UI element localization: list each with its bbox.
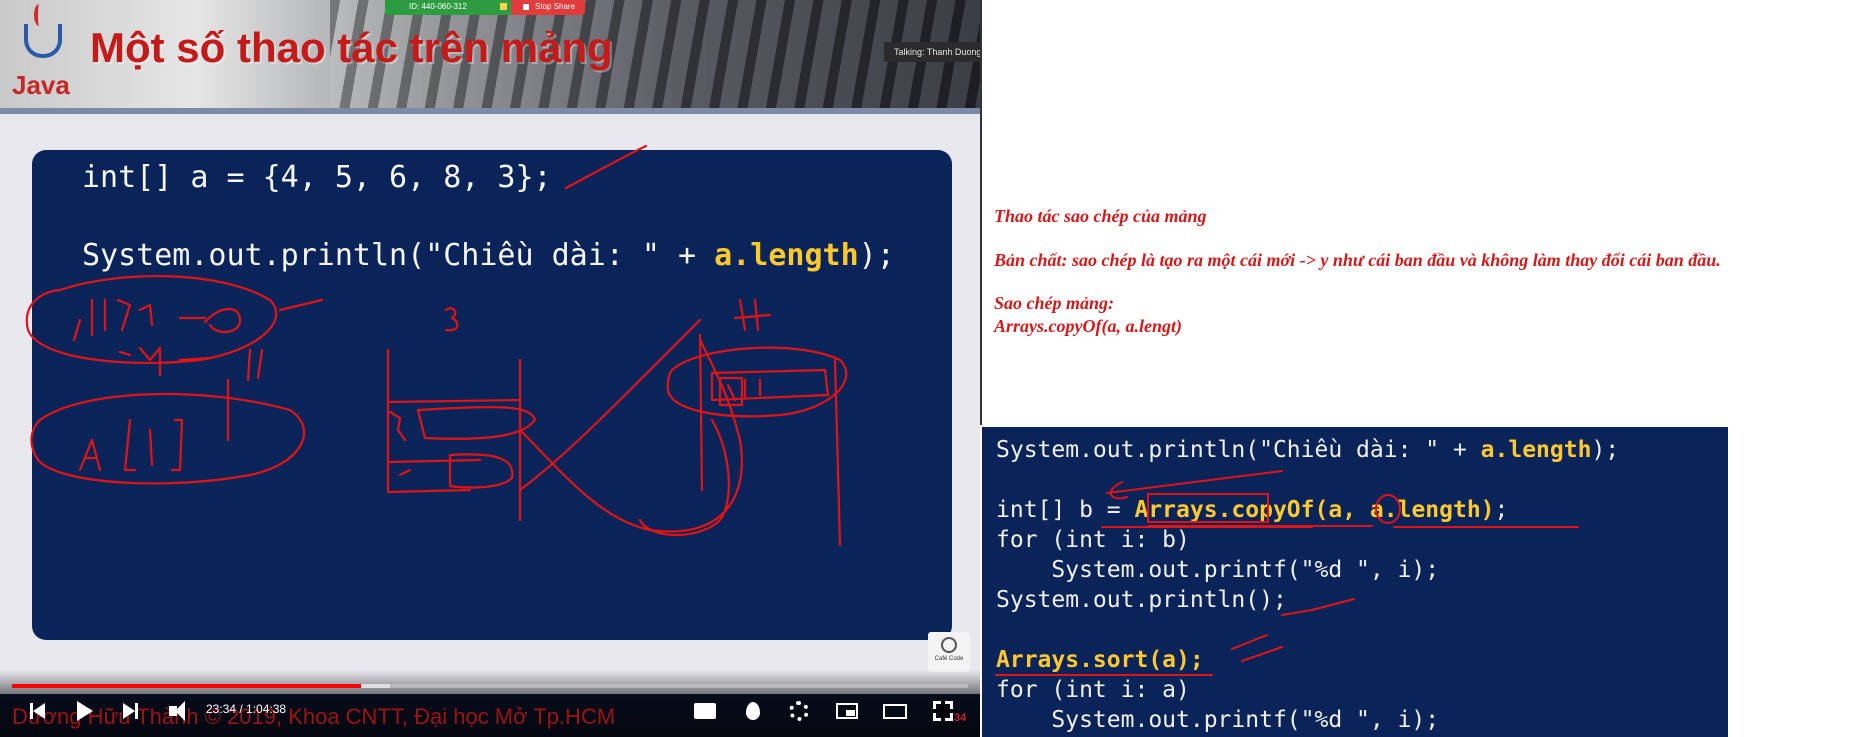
cafe-code-logo: Café Code <box>928 632 970 672</box>
code-text: System.out.println("Chiều dài: " + <box>996 437 1481 463</box>
snippet-line: Arrays.sort(a); <box>996 647 1204 673</box>
filter-button[interactable] <box>740 698 766 724</box>
time-current: 23:34 <box>206 702 237 716</box>
subtitles-button[interactable] <box>692 698 718 724</box>
play-button[interactable] <box>72 698 98 724</box>
code-keyword: ; <box>1189 647 1204 673</box>
talking-indicator: Talking: Thanh Duong <box>884 42 980 62</box>
slide-watermark: Dương Hữu Thành © 2019, Khoa CNTT, Đại h… <box>12 704 616 729</box>
cafe-icon <box>941 637 957 653</box>
code-keyword: a.length) <box>1369 497 1495 523</box>
volume-button[interactable] <box>160 698 186 724</box>
code-keyword: Arrays.copyOf( <box>1134 497 1329 523</box>
notes-copy-title: Sao chép mảng: <box>994 293 1115 313</box>
notes-heading: Thao tác sao chép của mảng <box>994 206 1207 226</box>
next-icon <box>123 703 135 719</box>
snippet-line: System.out.printf("%d ", i); <box>996 707 1440 733</box>
snippet-line: System.out.println("Chiều dài: " + a.len… <box>996 437 1619 463</box>
theater-mode-button[interactable] <box>882 698 908 724</box>
bar-icon <box>135 703 138 719</box>
subtitles-icon <box>694 703 716 719</box>
code-keyword: a.length <box>1480 437 1592 463</box>
fullscreen-icon <box>932 700 956 724</box>
gear-icon <box>789 701 809 721</box>
cafe-logo-text: Café Code <box>934 656 964 662</box>
play-icon <box>77 701 93 721</box>
java-logo-text: Java <box>12 70 70 100</box>
time-display: 23:34 / 1:04:38 <box>206 702 286 716</box>
zoom-share-bar: ID: 440-060-312 Stop Share <box>385 0 586 15</box>
snippet-line: System.out.println(); <box>996 587 1287 613</box>
time-separator: / <box>236 702 247 716</box>
pasted-code-snippet: System.out.println("Chiều dài: " + a.len… <box>982 427 1728 737</box>
slide-header: Java Một số thao tác trên mảng <box>0 0 980 110</box>
java-logo: Java <box>8 4 78 104</box>
code-text: System.out.println("Chiều dài: " + <box>82 238 715 273</box>
code-text: ; <box>1494 497 1509 523</box>
theater-icon <box>883 703 907 719</box>
bar-icon <box>30 703 33 719</box>
miniplayer-icon <box>836 703 858 719</box>
stop-share-button[interactable]: Stop Share <box>511 0 586 15</box>
code-line-1: int[] a = {4, 5, 6, 8, 3}; <box>82 160 552 195</box>
code-text: int[] b = <box>996 497 1135 523</box>
volume-icon <box>169 701 185 721</box>
video-player[interactable]: Java Một số thao tác trên mảng ID: 440-0… <box>0 0 980 737</box>
lock-icon <box>500 3 507 10</box>
previous-icon <box>33 703 45 719</box>
droplet-icon <box>746 702 760 720</box>
snippet-line: System.out.printf("%d ", i); <box>996 557 1440 583</box>
next-button[interactable] <box>116 698 142 724</box>
code-keyword: a, <box>1328 497 1370 523</box>
settings-button[interactable] <box>786 698 812 724</box>
meeting-id-text: ID: 440-060-312 <box>409 2 467 11</box>
progress-bar[interactable] <box>12 684 968 688</box>
code-text: ); <box>858 238 895 273</box>
notes-divider <box>980 0 982 425</box>
meeting-id: ID: 440-060-312 <box>385 0 511 15</box>
code-line-2: System.out.println("Chiều dài: " + a.len… <box>82 238 895 273</box>
notes-essence: Bản chất: sao chép là tạo ra một cái mới… <box>994 250 1721 270</box>
steam-icon <box>34 4 44 26</box>
code-keyword: Arrays.sort(a) <box>996 647 1190 673</box>
slide-number: 34 <box>954 712 967 724</box>
fullscreen-button[interactable] <box>930 698 956 724</box>
snippet-line: for (int i: a) <box>996 677 1190 703</box>
slide-title: Một số thao tác trên mảng <box>90 24 613 71</box>
previous-button[interactable] <box>26 698 52 724</box>
time-total: 1:04:38 <box>246 702 287 716</box>
snippet-line: for (int i: b) <box>996 527 1190 553</box>
cup-icon <box>24 24 62 58</box>
snippet-line: int[] b = Arrays.copyOf(a, a.length); <box>996 497 1508 523</box>
code-text: ); <box>1591 437 1620 463</box>
notes-copy-code: Arrays.copyOf(a, a.lengt) <box>994 316 1182 336</box>
code-keyword: a.length <box>714 238 859 273</box>
miniplayer-button[interactable] <box>834 698 860 724</box>
code-panel: int[] a = {4, 5, 6, 8, 3}; System.out.pr… <box>32 150 952 640</box>
progress-played <box>12 684 361 688</box>
